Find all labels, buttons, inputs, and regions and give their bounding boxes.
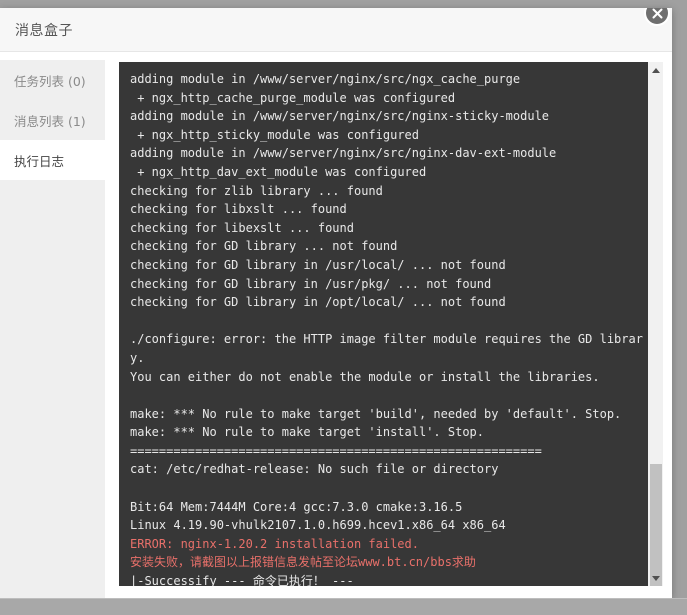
sidebar-filler xyxy=(0,180,105,598)
log-line: ========================================… xyxy=(130,443,542,458)
log-line: ERROR: nginx-1.20.2 installation failed. xyxy=(130,536,419,551)
log-line: adding module in /www/server/nginx/src/n… xyxy=(130,72,521,86)
scrollbar-thumb[interactable] xyxy=(650,464,662,586)
log-line: Bit:64 Mem:7444M Core:4 gcc:7.3.0 cmake:… xyxy=(130,499,463,514)
log-line: checking for libxslt ... found xyxy=(130,202,347,217)
log-panel: adding module in /www/server/nginx/src/n… xyxy=(119,62,663,586)
log-line: make: *** No rule to make target 'build'… xyxy=(130,406,622,421)
sidebar-item-task-list[interactable]: 任务列表 (0) xyxy=(0,60,105,100)
sidebar-item-message-list[interactable]: 消息列表 (1) xyxy=(0,100,105,140)
log-scrollbar[interactable] xyxy=(647,62,663,586)
log-line: make: *** No rule to make target 'instal… xyxy=(130,425,485,440)
log-line: checking for GD library in /usr/local/ .… xyxy=(130,257,506,272)
log-line: checking for GD library ... not found xyxy=(130,239,398,254)
triangle-up-icon xyxy=(652,67,660,73)
close-icon xyxy=(652,8,662,18)
page-title: 消息盒子 xyxy=(15,22,73,39)
sidebar-item-label: 消息列表 (1) xyxy=(14,113,86,129)
log-output: adding module in /www/server/nginx/src/n… xyxy=(119,62,647,586)
log-line: + ngx_http_dav_ext_module was configured xyxy=(130,164,427,179)
sidebar-item-execution-log[interactable]: 执行日志 xyxy=(0,140,105,180)
scroll-up-icon[interactable] xyxy=(648,62,663,78)
log-line: adding module in /www/server/nginx/src/n… xyxy=(130,146,557,161)
log-line: 安装失败，请截图以上报错信息发帖至论坛www.bt.cn/bbs求助 xyxy=(130,555,476,570)
log-line: adding module in /www/server/nginx/src/n… xyxy=(130,109,550,124)
sidebar: 任务列表 (0) 消息列表 (1) 执行日志 xyxy=(0,52,105,598)
sidebar-item-label: 执行日志 xyxy=(14,153,65,169)
log-line: You can either do not enable the module … xyxy=(130,369,600,384)
log-line: ./configure: error: the HTTP image filte… xyxy=(130,332,643,365)
log-line: checking for zlib library ... found xyxy=(130,183,383,198)
sidebar-item-label: 任务列表 (0) xyxy=(14,73,86,89)
dialog-body: 任务列表 (0) 消息列表 (1) 执行日志 adding module in … xyxy=(0,52,672,598)
log-line: |-Successify --- 命令已执行！ --- xyxy=(130,574,354,586)
log-line: + ngx_http_sticky_module was configured xyxy=(130,127,419,142)
log-line: checking for GD library in /opt/local/ .… xyxy=(130,295,506,310)
scroll-down-icon[interactable] xyxy=(648,570,663,586)
dialog-header: 消息盒子 xyxy=(0,8,672,52)
triangle-down-icon xyxy=(652,575,660,581)
log-line: checking for GD library in /usr/pkg/ ...… xyxy=(130,276,492,291)
log-content-area: adding module in /www/server/nginx/src/n… xyxy=(105,52,672,598)
log-line: checking for libexslt ... found xyxy=(130,220,354,235)
message-box-dialog: 消息盒子 任务列表 (0) 消息列表 (1) 执行日志 adding modul… xyxy=(0,8,672,598)
page-footer xyxy=(0,598,687,615)
log-line: Linux 4.19.90-vhulk2107.1.0.h699.hcev1.x… xyxy=(130,518,506,533)
log-line: + ngx_http_cache_purge_module was config… xyxy=(130,90,456,105)
log-line: cat: /etc/redhat-release: No such file o… xyxy=(130,462,499,477)
